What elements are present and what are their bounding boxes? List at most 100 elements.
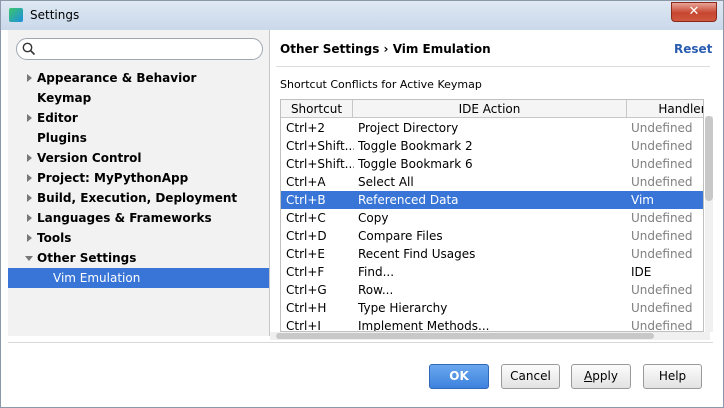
table-row[interactable]: Ctrl+H Type Hierarchy Undefined [281,299,703,317]
tree-item[interactable]: Vim Emulation [8,268,269,288]
tree-item[interactable]: Keymap [8,88,269,108]
ide-action-cell: Row... [358,283,394,297]
shortcut-conflicts-table[interactable]: Shortcut IDE Action Handler Ctrl+2 Projec… [280,99,704,332]
search-input[interactable] [40,40,255,58]
column-header-ide-action[interactable]: IDE Action [353,100,627,118]
ide-action-cell: Toggle Bookmark 6 [358,157,473,171]
help-button[interactable]: Help [643,364,702,389]
ide-action-cell: Select All [358,175,414,189]
shortcut-cell: Ctrl+E [286,247,325,261]
breadcrumb-parent: Other Settings [280,42,380,56]
tree-item-label: Project: MyPythonApp [37,171,189,185]
ide-action-cell: Compare Files [358,229,443,243]
column-header-handler[interactable]: Handler [627,100,703,118]
ide-action-cell: Implement Methods... [358,319,490,332]
handler-cell: Undefined [631,283,693,297]
handler-cell: Undefined [631,229,693,243]
shortcut-cell: Ctrl+I [286,319,321,332]
tree-item-label: Version Control [37,151,142,165]
table-row[interactable]: Ctrl+Shift... Toggle Bookmark 2 Undefined [281,137,703,155]
collapsed-arrow-icon[interactable] [24,148,34,168]
collapsed-arrow-icon[interactable] [24,168,34,188]
shortcut-cell: Ctrl+A [286,175,326,189]
tree-item[interactable]: Version Control [8,148,269,168]
breadcrumb: Other Settings › Vim Emulation [280,42,491,56]
table-row[interactable]: Ctrl+Shift... Toggle Bookmark 6 Undefined [281,155,703,173]
handler-cell: Vim [631,193,654,207]
vertical-scrollbar-thumb[interactable] [705,116,713,201]
table-header: Shortcut IDE Action Handler [281,100,703,118]
handler-cell: Undefined [631,301,693,315]
apply-label: pply [592,369,618,383]
ide-action-cell: Copy [358,211,389,225]
shortcut-cell: Ctrl+Shift... [286,139,354,153]
collapsed-arrow-icon[interactable] [24,108,34,128]
table-row[interactable]: Ctrl+I Implement Methods... Undefined [281,317,703,332]
ide-action-cell: Toggle Bookmark 2 [358,139,473,153]
ide-action-cell: Type Hierarchy [358,301,448,315]
tree-item[interactable]: Appearance & Behavior [8,68,269,88]
breadcrumb-separator: › [383,42,389,56]
expanded-arrow-icon[interactable] [24,248,34,268]
tree-item[interactable]: Project: MyPythonApp [8,168,269,188]
tree-item-label: Plugins [37,131,87,145]
apply-button[interactable]: Apply [571,364,631,389]
tree-item-label: Languages & Frameworks [37,211,212,225]
table-row[interactable]: Ctrl+D Compare Files Undefined [281,227,703,245]
shortcut-cell: Ctrl+Shift... [286,157,354,171]
cancel-button[interactable]: Cancel [501,364,560,389]
handler-cell: Undefined [631,211,693,225]
ide-action-cell: Find... [358,265,395,279]
title-bar[interactable]: Settings ✕ [0,0,724,30]
collapsed-arrow-icon[interactable] [24,188,34,208]
shortcut-cell: Ctrl+H [286,301,327,315]
tree-item-label: Other Settings [37,251,137,265]
ok-button[interactable]: OK [429,364,489,389]
window-title: Settings [30,8,80,22]
column-header-shortcut[interactable]: Shortcut [281,100,353,118]
tree-item-label: Vim Emulation [53,271,141,285]
search-icon [22,42,36,56]
ide-action-cell: Referenced Data [358,193,459,207]
horizontal-scrollbar-thumb[interactable] [276,333,654,339]
tree-item[interactable]: Plugins [8,128,269,148]
shortcut-cell: Ctrl+D [286,229,327,243]
table-row[interactable]: Ctrl+A Select All Undefined [281,173,703,191]
table-row[interactable]: Ctrl+E Recent Find Usages Undefined [281,245,703,263]
reset-link[interactable]: Reset [674,42,712,56]
collapsed-arrow-icon[interactable] [24,68,34,88]
handler-cell: Undefined [631,319,693,332]
close-button[interactable]: ✕ [671,2,717,22]
tree-item[interactable]: Languages & Frameworks [8,208,269,228]
shortcut-cell: Ctrl+G [286,283,327,297]
tree-item-label: Editor [37,111,78,125]
table-row[interactable]: Ctrl+2 Project Directory Undefined [281,119,703,137]
ide-action-cell: Project Directory [358,121,459,135]
tree-item[interactable]: Build, Execution, Deployment [8,188,269,208]
header-divider [276,66,710,67]
handler-cell: Undefined [631,139,693,153]
handler-cell: IDE [631,265,652,279]
handler-cell: Undefined [631,121,693,135]
collapsed-arrow-icon[interactable] [24,208,34,228]
table-row[interactable]: Ctrl+F Find... IDE [281,263,703,281]
footer-divider [8,342,713,343]
breadcrumb-current: Vim Emulation [392,42,491,56]
tree-item-label: Appearance & Behavior [37,71,197,85]
handler-cell: Undefined [631,247,693,261]
tree-item-label: Tools [37,231,72,245]
shortcut-cell: Ctrl+C [286,211,326,225]
tree-item[interactable]: Other Settings [8,248,269,268]
tree-item[interactable]: Tools [8,228,269,248]
shortcut-cell: Ctrl+F [286,265,325,279]
table-row[interactable]: Ctrl+G Row... Undefined [281,281,703,299]
collapsed-arrow-icon[interactable] [24,228,34,248]
table-row[interactable]: Ctrl+C Copy Undefined [281,209,703,227]
handler-cell: Undefined [631,175,693,189]
handler-cell: Undefined [631,157,693,171]
ide-action-cell: Recent Find Usages [358,247,476,261]
table-row[interactable]: Ctrl+B Referenced Data Vim [281,191,703,209]
tree-item-label: Build, Execution, Deployment [37,191,238,205]
section-title: Shortcut Conflicts for Active Keymap [280,78,482,91]
tree-item[interactable]: Editor [8,108,269,128]
